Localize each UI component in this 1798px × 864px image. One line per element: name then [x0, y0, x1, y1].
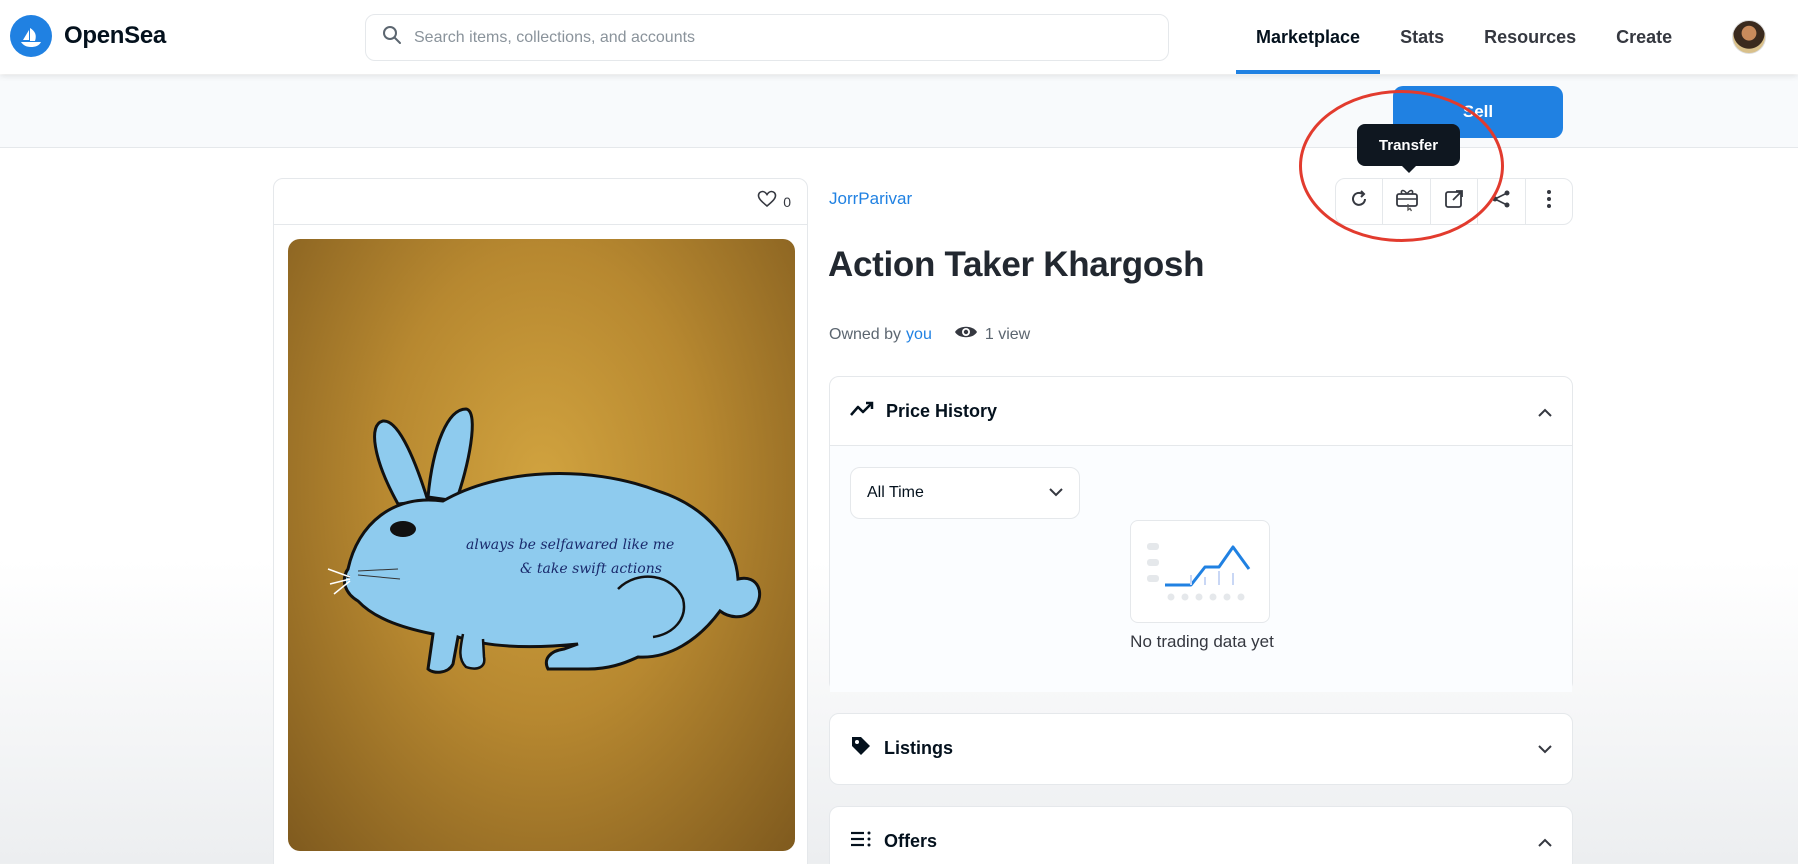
transfer-tooltip: Transfer [1357, 124, 1460, 173]
owner-row: Owned by you 1 view [829, 324, 1030, 345]
price-history-panel: Price History All Time No trading data y… [829, 376, 1573, 692]
eye-icon [954, 324, 978, 345]
favorite-count: 0 [783, 193, 791, 210]
search-icon [382, 25, 402, 50]
art-text-line-2: & take swift actions [520, 561, 662, 577]
main-nav: Marketplace Stats Resources Create [1236, 0, 1692, 74]
view-count: 1 view [954, 324, 1030, 345]
image-card-header: 0 [274, 179, 807, 225]
nft-artwork[interactable]: always be selfawared like me & take swif… [288, 239, 795, 851]
price-history-title: Price History [886, 400, 998, 421]
nav-create[interactable]: Create [1596, 0, 1692, 74]
refresh-button[interactable] [1336, 179, 1384, 224]
listings-header[interactable]: Listings [830, 714, 1572, 782]
empty-chart-illustration [1130, 520, 1270, 623]
list-icon [850, 831, 872, 852]
top-navbar: OpenSea Marketplace Stats Resources Crea… [0, 0, 1798, 74]
nav-stats[interactable]: Stats [1380, 0, 1464, 74]
opensea-logo-icon [10, 15, 52, 57]
chevron-down-icon[interactable] [1538, 738, 1552, 759]
offers-title: Offers [884, 830, 938, 851]
offers-header[interactable]: Offers [830, 807, 1572, 864]
chevron-up-icon[interactable] [1538, 831, 1552, 852]
view-count-text: 1 view [984, 325, 1031, 343]
nav-marketplace[interactable]: Marketplace [1236, 0, 1381, 74]
search-input[interactable] [414, 28, 1114, 47]
listings-title: Listings [884, 737, 954, 758]
price-history-body: All Time No trading data yet [830, 445, 1572, 692]
nav-resources[interactable]: Resources [1464, 0, 1596, 74]
item-title: Action Taker Khargosh [828, 245, 1205, 284]
collection-link[interactable]: JorrParivar [829, 189, 912, 209]
chevron-up-icon[interactable] [1538, 401, 1552, 422]
offers-panel: Offers [829, 806, 1573, 864]
time-range-select[interactable]: All Time [850, 467, 1080, 519]
more-options-button[interactable] [1526, 179, 1572, 224]
owned-by-label: Owned by [829, 325, 902, 343]
share-button[interactable] [1478, 179, 1526, 224]
search-bar[interactable] [365, 14, 1169, 61]
share-icon [1491, 189, 1511, 214]
art-text-line-1: always be selfawared like me [466, 537, 674, 553]
external-link-icon [1444, 189, 1464, 214]
trending-up-icon [850, 401, 874, 422]
item-actions [1335, 178, 1573, 225]
transfer-button[interactable] [1383, 179, 1431, 224]
gift-icon [1395, 186, 1419, 217]
heart-icon[interactable] [757, 190, 777, 213]
price-history-header[interactable]: Price History [830, 377, 1572, 445]
time-range-value: All Time [867, 484, 924, 501]
no-trading-data-text: No trading data yet [1130, 632, 1274, 651]
user-avatar[interactable] [1732, 20, 1766, 54]
refresh-icon [1349, 189, 1369, 214]
more-vertical-icon [1546, 189, 1552, 214]
item-action-bar: Sell [0, 75, 1798, 148]
item-image-card: 0 always be selfawared like me & take sw… [273, 178, 808, 864]
brand-logo[interactable]: OpenSea [10, 15, 166, 57]
open-external-button[interactable] [1431, 179, 1479, 224]
chevron-down-icon [1049, 484, 1063, 502]
tag-icon [850, 735, 872, 762]
brand-name: OpenSea [64, 22, 166, 49]
owner-link[interactable]: you [906, 326, 932, 344]
listings-panel: Listings [829, 713, 1573, 785]
